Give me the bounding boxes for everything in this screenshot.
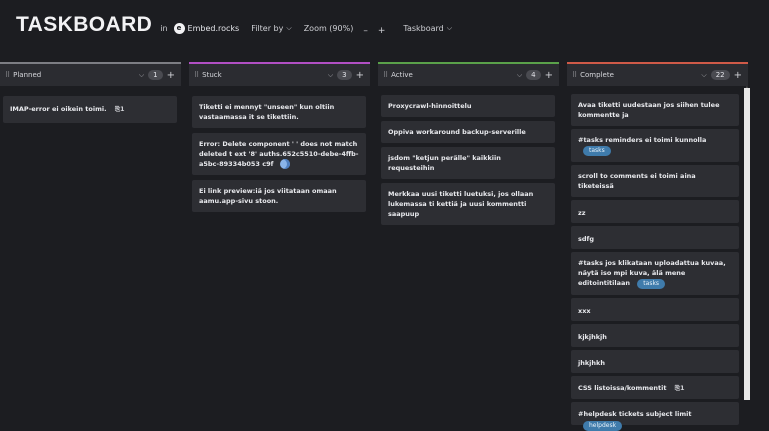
org-name: Embed.rocks (187, 23, 240, 33)
card-title: jhkjhkh (578, 359, 605, 368)
card-count-badge: 3 (337, 70, 352, 80)
avatar (279, 159, 290, 170)
column-header[interactable]: ⠿ Active ⌵ 4 + (378, 62, 559, 86)
card-title: Oppiva workaround backup-serverille (388, 128, 526, 137)
column-title: Complete (580, 71, 614, 79)
task-card[interactable]: Ei link preview:iä jos viitataan omaan a… (192, 180, 366, 213)
card-list: Tiketti ei mennyt "unseen" kun oltiin va… (192, 91, 366, 213)
zoom-control: Zoom (90%) – + (303, 20, 386, 37)
column-planned: ⠿ Planned ⌵ 1 + IMAP-error ei oikein toi… (0, 62, 181, 123)
card-title: kjkjhkjh (578, 333, 607, 342)
column-title: Active (391, 71, 413, 79)
add-card-button[interactable]: + (356, 70, 364, 81)
card-list: Proxycrawl-hinnoittelu Oppiva workaround… (381, 91, 555, 226)
column-header[interactable]: ⠿ Planned ⌵ 1 + (0, 62, 181, 86)
add-card-button[interactable]: + (167, 70, 175, 81)
zoom-out-button[interactable]: – (363, 26, 368, 36)
page-title: TASKBOARD (16, 13, 153, 36)
in-label: in (160, 23, 168, 33)
task-card[interactable]: Tiketti ei mennyt "unseen" kun oltiin va… (192, 96, 366, 129)
zoom-label: Zoom (90%) (303, 23, 354, 33)
card-title: Ei link preview:iä jos viitataan omaan a… (199, 187, 337, 206)
card-count-badge: 22 (710, 70, 730, 80)
drag-handle-icon[interactable]: ⠿ (5, 71, 10, 79)
task-card[interactable]: xxx (571, 298, 739, 322)
card-title: #helpdesk tickets subject limit (578, 410, 692, 419)
task-card[interactable]: #tasks reminders ei toimi kunnolla tasks (571, 129, 739, 163)
task-card[interactable]: jsdom "ketjun perälle" kaikkiin requeste… (381, 147, 555, 180)
card-title: zz (578, 209, 586, 218)
card-count-badge: 4 (526, 70, 541, 80)
task-card[interactable]: CSS listoissa/kommentit ⎘1 (571, 376, 739, 400)
board-header: TASKBOARD in e Embed.rocks Filter by ⌵ Z… (16, 10, 452, 40)
card-title: IMAP-error ei oikein toimi. (10, 105, 107, 113)
chevron-down-icon[interactable]: ⌵ (517, 71, 522, 80)
task-card[interactable]: Avaa tiketti uudestaan jos siihen tulee … (571, 94, 739, 127)
tag-badge[interactable]: helpdesk (583, 420, 623, 431)
view-selector[interactable]: Taskboard ⌵ (403, 24, 452, 33)
add-card-button[interactable]: + (734, 70, 742, 81)
card-count-badge: 1 (148, 70, 163, 80)
attachment-count: ⎘1 (675, 384, 685, 392)
card-list: Avaa tiketti uudestaan jos siihen tulee … (571, 91, 739, 431)
drag-handle-icon[interactable]: ⠿ (572, 71, 577, 79)
chevron-down-icon[interactable]: ⌵ (328, 71, 333, 80)
task-card[interactable]: Oppiva workaround backup-serverille (381, 121, 555, 144)
card-title: jsdom "ketjun perälle" kaikkiin requeste… (388, 154, 501, 173)
chevron-down-icon[interactable]: ⌵ (139, 71, 144, 80)
attachment-count: ⎘1 (115, 105, 125, 113)
task-card[interactable]: sdfg (571, 226, 739, 250)
chevron-down-icon: ⌵ (446, 23, 453, 32)
task-card[interactable]: zz (571, 200, 739, 224)
card-title: CSS listoissa/kommentit (578, 384, 667, 393)
filter-button[interactable]: Filter by ⌵ (251, 24, 291, 33)
chevron-down-icon: ⌵ (286, 23, 292, 32)
task-card[interactable]: #helpdesk tickets subject limit helpdesk (571, 402, 739, 431)
card-title: sdfg (578, 235, 595, 244)
card-title: Error: Delete component ' ' does not mat… (199, 140, 359, 169)
column-title: Planned (13, 71, 42, 79)
tag-badge[interactable]: tasks (637, 279, 666, 290)
card-title: Proxycrawl-hinnoittelu (388, 102, 472, 110)
card-title: scroll to comments ei toimi aina tiketei… (578, 172, 696, 191)
card-title: Tiketti ei mennyt "unseen" kun oltiin va… (199, 103, 335, 122)
task-card[interactable]: IMAP-error ei oikein toimi. ⎘1 (3, 96, 177, 123)
card-title: Avaa tiketti uudestaan jos siihen tulee … (578, 101, 720, 120)
task-card[interactable]: jhkjhkh (571, 350, 739, 374)
attachment-count-value: 1 (679, 384, 685, 393)
task-card[interactable]: Proxycrawl-hinnoittelu (381, 95, 555, 118)
task-card[interactable]: #tasks jos klikataan uploadattua kuvaa, … (571, 252, 739, 296)
scrollbar[interactable] (744, 88, 750, 400)
card-title: Merkkaa uusi tiketti luetuksi, jos ollaa… (388, 190, 534, 219)
card-list: IMAP-error ei oikein toimi. ⎘1 (3, 91, 177, 123)
chevron-down-icon[interactable]: ⌵ (701, 71, 706, 80)
column-active: ⠿ Active ⌵ 4 + Proxycrawl-hinnoittelu Op… (378, 62, 559, 226)
task-card[interactable]: Error: Delete component ' ' does not mat… (192, 133, 366, 176)
column-header[interactable]: ⠿ Complete ⌵ 22 + (567, 62, 748, 86)
org-logo-icon: e (173, 22, 185, 34)
drag-handle-icon[interactable]: ⠿ (383, 71, 388, 79)
add-card-button[interactable]: + (545, 70, 553, 81)
filter-label: Filter by (251, 23, 284, 33)
card-title: xxx (578, 307, 591, 316)
column-complete: ⠿ Complete ⌵ 22 + Avaa tiketti uudestaan… (567, 62, 748, 431)
column-header[interactable]: ⠿ Stuck ⌵ 3 + (189, 62, 370, 86)
task-card[interactable]: Merkkaa uusi tiketti luetuksi, jos ollaa… (381, 183, 555, 226)
column-stuck: ⠿ Stuck ⌵ 3 + Tiketti ei mennyt "unseen"… (189, 62, 370, 213)
column-title: Stuck (202, 71, 222, 79)
task-card[interactable]: scroll to comments ei toimi aina tiketei… (571, 165, 739, 198)
card-title: #tasks reminders ei toimi kunnolla (578, 136, 707, 145)
view-label: Taskboard (403, 23, 444, 33)
attachment-count-value: 1 (120, 105, 125, 113)
task-card[interactable]: kjkjhkjh (571, 324, 739, 348)
tag-badge[interactable]: tasks (583, 146, 611, 157)
org-selector[interactable]: e Embed.rocks (173, 22, 240, 34)
zoom-in-button[interactable]: + (378, 26, 386, 36)
drag-handle-icon[interactable]: ⠿ (194, 71, 199, 79)
